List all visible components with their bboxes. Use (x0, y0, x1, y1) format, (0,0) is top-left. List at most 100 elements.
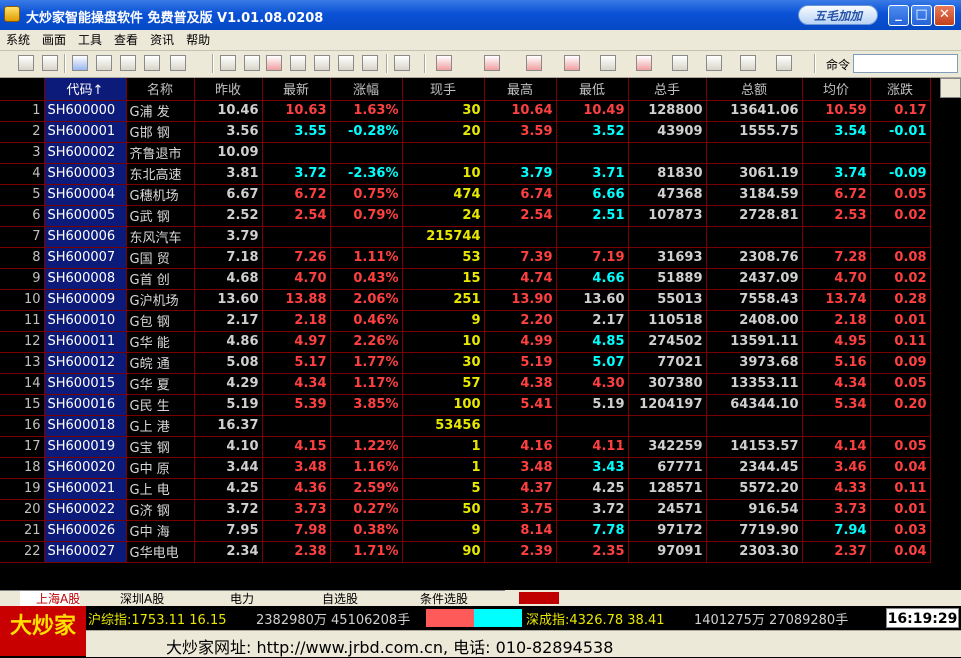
table-row[interactable]: 14 SH600015 G华 夏 4.29 4.34 1.17% 57 4.38 4.30 307… (0, 373, 931, 395)
ad-text[interactable]: 大炒家网址: http://www.jrbd.com.cn, 电话: 010-8… (166, 634, 613, 658)
table-cell: 0.08 (870, 247, 931, 269)
table-row[interactable]: 17 SH600019 G宝 钢 4.10 4.15 1.22% 1 4.16 4.11 3422… (0, 436, 931, 458)
tag-icon[interactable] (672, 55, 688, 71)
scroll-thumb[interactable] (519, 592, 559, 604)
vertical-scrollbar[interactable] (940, 78, 961, 590)
table-row[interactable]: 11 SH600010 G包 钢 2.17 2.18 0.46% 9 2.20 2.17 1105… (0, 310, 931, 332)
dollar-icon[interactable] (170, 55, 186, 71)
quote-table: 代码↑ 名称 昨收 最新 涨幅 现手 最高 最低 总手 总额 均价 涨跌 1 SH600000 G浦 发1… (0, 78, 931, 563)
market-tab[interactable]: 上海A股 (20, 591, 81, 607)
trend-icon[interactable] (706, 55, 722, 71)
menu-item[interactable]: 画面 (36, 30, 72, 50)
market-tab[interactable]: 自选股 (306, 591, 358, 607)
column-header[interactable]: 代码↑ (44, 78, 127, 101)
alarm-icon[interactable] (266, 55, 282, 71)
command-input[interactable] (853, 54, 958, 73)
note-icon[interactable] (290, 55, 306, 71)
brand-button[interactable]: 五毛加加 (798, 5, 878, 25)
table-row[interactable]: 18 SH600020 G中 原 3.44 3.48 1.16% 1 3.48 3.43 6777… (0, 457, 931, 479)
quote-icon[interactable] (120, 55, 136, 71)
table-cell: SH600003 (44, 163, 127, 185)
column-header[interactable]: 涨幅 (330, 78, 403, 101)
bar-icon[interactable] (484, 55, 500, 71)
column-header[interactable]: 名称 (126, 78, 195, 101)
table-row[interactable]: 20 SH600022 G济 钢 3.72 3.73 0.27% 50 3.75 3.72 245… (0, 499, 931, 521)
sh-index: 沪综指:1753.11 16.15 (88, 613, 227, 628)
table-cell: 4.25 (556, 478, 629, 500)
maximize-button[interactable]: □ (911, 5, 932, 26)
table-row[interactable]: 19 SH600021 G上 电 4.25 4.36 2.59% 5 4.37 4.25 1285… (0, 478, 931, 500)
line-icon[interactable] (526, 55, 542, 71)
rise-icon[interactable] (740, 55, 756, 71)
table-cell: 东北高速 (126, 163, 195, 185)
table-cell: 24 (402, 205, 485, 227)
table-row[interactable]: 21 SH600026 G中 海 7.95 7.98 0.38% 9 8.14 7.78 9717… (0, 520, 931, 542)
menu-item[interactable]: 资讯 (144, 30, 180, 50)
table-row[interactable]: 12 SH600011 G华 能 4.86 4.97 2.26% 10 4.99 4.85 274… (0, 331, 931, 353)
pointer-icon[interactable] (394, 55, 410, 71)
table-cell: 7.98 (262, 520, 331, 542)
edit-icon[interactable] (314, 55, 330, 71)
anchor-icon[interactable] (362, 55, 378, 71)
table-row[interactable]: 7 SH600006 东风汽车 3.79 215744 (0, 226, 931, 248)
table-row[interactable]: 15 SH600016 G民 生 5.19 5.39 3.85% 100 5.41 5.19 12… (0, 394, 931, 416)
pin-icon[interactable] (636, 55, 652, 71)
table-cell: 2.20 (484, 310, 557, 332)
table-row[interactable]: 8 SH600007 G国 贸 7.18 7.26 1.11% 53 7.39 7.19 3169… (0, 247, 931, 269)
table-cell: 20 (0, 499, 45, 521)
table-row[interactable]: 16 SH600018 G上 港 16.37 53456 (0, 415, 931, 437)
table-cell: 100 (402, 394, 485, 416)
column-header[interactable]: 最低 (556, 78, 629, 101)
menu-item[interactable]: 系统 (0, 30, 36, 50)
transfer-icon[interactable] (244, 55, 260, 71)
scroll-up-arrow[interactable] (940, 78, 961, 98)
table-row[interactable]: 10 SH600009 G沪机场 13.60 13.88 2.06% 251 13.90 13.… (0, 289, 931, 311)
table-row[interactable]: 4 SH600003 东北高速 3.81 3.72 -2.36% 10 3.79 3.71 818… (0, 163, 931, 185)
table-row[interactable]: 2 SH600001 G邯 钢 3.56 3.55 -0.28% 20 3.59 3.52 439… (0, 121, 931, 143)
market-tab[interactable]: 深圳A股 (104, 591, 164, 607)
table-icon[interactable] (144, 55, 160, 71)
table-cell: 0.02 (870, 268, 931, 290)
menu-item[interactable]: 帮助 (180, 30, 216, 50)
column-header[interactable]: 最高 (484, 78, 557, 101)
horizontal-scrollbar[interactable] (505, 590, 961, 606)
column-header[interactable]: 均价 (802, 78, 871, 101)
menu-item[interactable]: 查看 (108, 30, 144, 50)
column-header[interactable]: 总额 (706, 78, 803, 101)
table-cell: G济 钢 (126, 499, 195, 521)
table-cell: 2.51 (556, 205, 629, 227)
table-cell: 30 (402, 352, 485, 374)
minimize-button[interactable]: _ (888, 5, 909, 26)
dash-icon[interactable] (600, 55, 616, 71)
table-row[interactable]: 6 SH600005 G武 钢 2.52 2.54 0.79% 24 2.54 2.51 1078… (0, 205, 931, 227)
table-row[interactable]: 5 SH600004 G穗机场 6.67 6.72 0.75% 474 6.74 6.66 473… (0, 184, 931, 206)
indicator-icon[interactable] (436, 55, 452, 71)
table-cell: 0.38% (330, 520, 403, 542)
table-cell: 6.74 (484, 184, 557, 206)
column-header[interactable]: 涨跌 (870, 78, 931, 101)
grid-icon[interactable] (96, 55, 112, 71)
layout-icon[interactable] (18, 55, 34, 71)
column-header[interactable]: 昨收 (194, 78, 263, 101)
column-header[interactable]: 最新 (262, 78, 331, 101)
table-row[interactable]: 1 SH600000 G浦 发 10.46 10.63 1.63% 30 10.64 10.49… (0, 100, 931, 122)
column-header[interactable] (0, 78, 45, 101)
table-row[interactable]: 22 SH600027 G华电电 2.34 2.38 1.71% 90 2.39 2.35 970… (0, 541, 931, 563)
table-cell: 3.81 (194, 163, 263, 185)
table-cell (802, 415, 871, 437)
wave-icon[interactable] (564, 55, 580, 71)
table-row[interactable]: 3 SH600002 齐鲁退市 10.09 (0, 142, 931, 164)
curve-icon[interactable] (776, 55, 792, 71)
market-tab[interactable]: 电力 (214, 591, 254, 607)
menu-item[interactable]: 工具 (72, 30, 108, 50)
table-row[interactable]: 13 SH600012 G皖 通 5.08 5.17 1.77% 30 5.19 5.07 770… (0, 352, 931, 374)
column-header[interactable]: 现手 (402, 78, 485, 101)
column-header[interactable]: 总手 (628, 78, 707, 101)
chart-icon[interactable] (42, 55, 58, 71)
market-tab[interactable]: 条件选股 (404, 591, 468, 607)
close-button[interactable]: ✕ (934, 5, 955, 26)
binoculars-icon[interactable] (220, 55, 236, 71)
box-icon[interactable] (338, 55, 354, 71)
list-icon[interactable] (72, 55, 88, 71)
table-row[interactable]: 9 SH600008 G首 创 4.68 4.70 0.43% 15 4.74 4.66 5188… (0, 268, 931, 290)
